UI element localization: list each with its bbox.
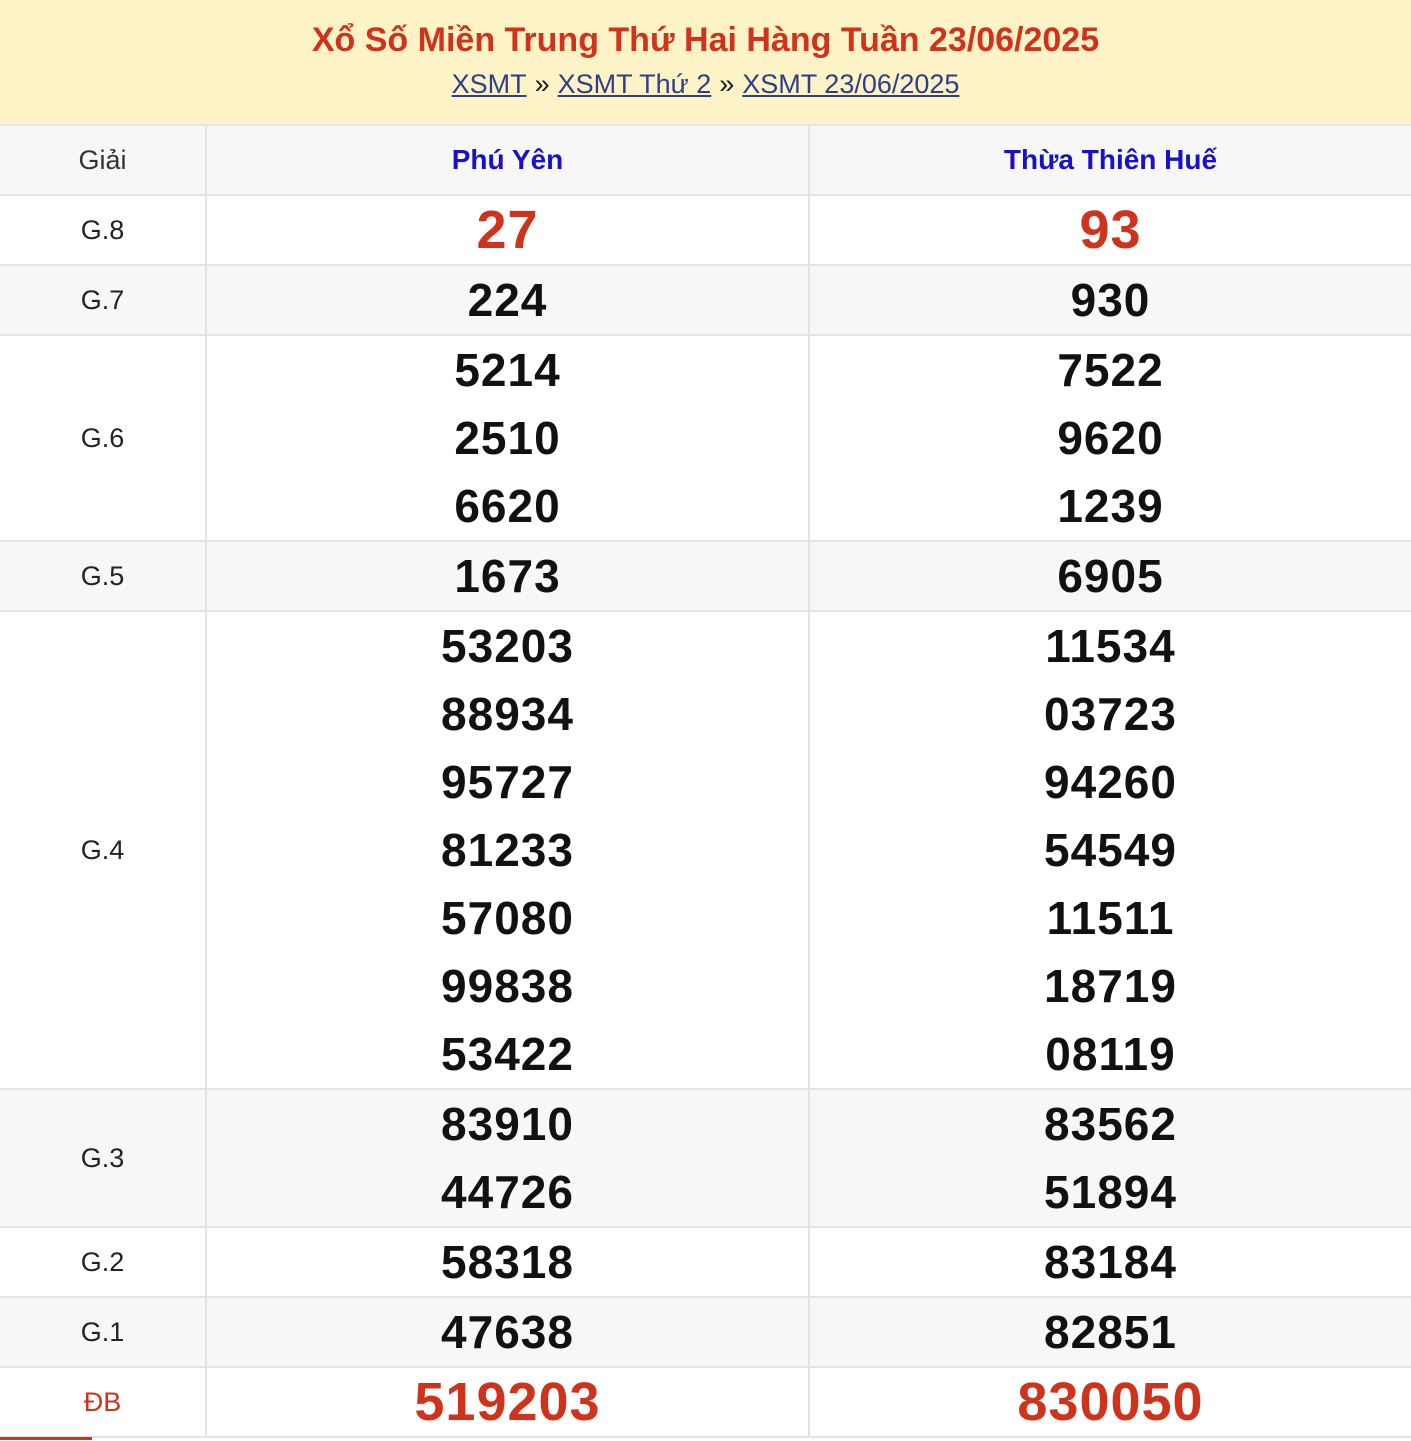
prize-label: ĐB (0, 1367, 207, 1438)
result-number: 82851 (1044, 1306, 1177, 1358)
breadcrumb: XSMT» XSMT Thứ 2» XSMT 23/06/2025 (0, 68, 1411, 100)
result-number: 2510 (454, 412, 561, 464)
accent-bar (0, 1437, 92, 1440)
result-cell: 830050 (809, 1367, 1411, 1438)
prize-label: G.4 (0, 611, 207, 1090)
table-row: G.5 1673 6905 (0, 541, 1411, 612)
prize-label: G.1 (0, 1297, 207, 1368)
page-header: Xổ Số Miền Trung Thứ Hai Hàng Tuần 23/06… (0, 0, 1411, 126)
result-cell: 930 (809, 265, 1411, 336)
prize-column-header: Giải (0, 126, 207, 196)
prize-label: G.7 (0, 265, 207, 336)
result-number: 6905 (1057, 550, 1164, 602)
result-number: 519203 (414, 1372, 601, 1432)
prize-label: G.8 (0, 195, 207, 266)
result-cell: 519203 (206, 1367, 810, 1438)
table-row: G.7 224 930 (0, 265, 1411, 336)
table-row: G.2 58318 83184 (0, 1227, 1411, 1298)
result-number: 95727 (441, 756, 574, 808)
result-number: 5214 (454, 344, 561, 396)
province-header-phu-yen: Phú Yên (206, 126, 810, 196)
result-cell: 5214 2510 6620 (206, 335, 810, 542)
result-cell: 1673 (206, 541, 810, 612)
table-row: G.8 27 93 (0, 195, 1411, 266)
result-number: 93 (1079, 200, 1142, 260)
result-number: 53203 (441, 620, 574, 672)
result-number: 99838 (441, 960, 574, 1012)
result-number: 88934 (441, 688, 574, 740)
result-number: 6620 (454, 480, 561, 532)
table-row: G.6 5214 2510 6620 7522 9620 1239 (0, 335, 1411, 542)
prize-label: G.3 (0, 1089, 207, 1228)
result-number: 53422 (441, 1028, 574, 1080)
result-number: 9620 (1057, 412, 1164, 464)
page-title: Xổ Số Miền Trung Thứ Hai Hàng Tuần 23/06… (311, 21, 1100, 59)
breadcrumb-separator: » (534, 69, 550, 99)
result-number: 11511 (1046, 892, 1175, 944)
result-number: 1239 (1057, 480, 1164, 532)
result-cell: 7522 9620 1239 (809, 335, 1411, 542)
result-number: 83184 (1044, 1236, 1177, 1288)
result-number: 08119 (1045, 1028, 1176, 1080)
result-cell: 27 (206, 195, 810, 266)
result-number: 47638 (441, 1306, 574, 1358)
result-number: 224 (467, 274, 548, 326)
table-row: G.4 53203 88934 95727 81233 57080 99838 53422 11… (0, 611, 1411, 1090)
result-cell: 83562 51894 (809, 1089, 1411, 1228)
breadcrumb-link-xsmt-thu-2[interactable]: XSMT Thứ 2 (558, 69, 712, 99)
result-number: 18719 (1044, 960, 1177, 1012)
table-row: ĐB 519203 830050 (0, 1367, 1411, 1438)
result-cell: 93 (809, 195, 1411, 266)
result-number: 27 (476, 200, 539, 260)
breadcrumb-link-xsmt[interactable]: XSMT (452, 69, 527, 99)
result-cell: 224 (206, 265, 810, 336)
result-number: 930 (1070, 274, 1151, 326)
result-cell: 11534 03723 94260 54549 11511 18719 08119 (809, 611, 1411, 1090)
result-number: 11534 (1045, 620, 1176, 672)
result-cell: 83910 44726 (206, 1089, 810, 1228)
prize-label: G.5 (0, 541, 207, 612)
result-cell: 58318 (206, 1227, 810, 1298)
table-row: G.3 83910 44726 83562 51894 (0, 1089, 1411, 1228)
prize-label: G.6 (0, 335, 207, 542)
breadcrumb-link-xsmt-date[interactable]: XSMT 23/06/2025 (742, 69, 959, 99)
table-header-row: Giải Phú Yên Thừa Thiên Huế (0, 126, 1411, 196)
result-number: 83910 (441, 1098, 574, 1150)
result-cell: 6905 (809, 541, 1411, 612)
results-body: G.8 27 93 G.7 224 930 G.6 5214 2510 6620 7522 9620 1… (0, 195, 1411, 1438)
result-number: 44726 (441, 1166, 574, 1218)
result-number: 94260 (1044, 756, 1177, 808)
result-number: 83562 (1044, 1098, 1177, 1150)
breadcrumb-separator: » (719, 69, 735, 99)
result-cell: 82851 (809, 1297, 1411, 1368)
result-cell: 47638 (206, 1297, 810, 1368)
result-number: 1673 (454, 550, 561, 602)
province-header-thua-thien-hue: Thừa Thiên Huế (809, 126, 1411, 196)
result-number: 57080 (441, 892, 574, 944)
result-cell: 53203 88934 95727 81233 57080 99838 53422 (206, 611, 810, 1090)
result-number: 58318 (441, 1236, 574, 1288)
result-number: 7522 (1057, 344, 1164, 396)
table-row: G.1 47638 82851 (0, 1297, 1411, 1368)
result-number: 03723 (1044, 688, 1177, 740)
result-cell: 83184 (809, 1227, 1411, 1298)
result-number: 51894 (1044, 1166, 1177, 1218)
prize-label: G.2 (0, 1227, 207, 1298)
results-table: Giải Phú Yên Thừa Thiên Huế G.8 27 93 G.7 22… (0, 126, 1411, 1438)
result-number: 81233 (441, 824, 574, 876)
result-number: 54549 (1044, 824, 1177, 876)
result-number: 830050 (1017, 1372, 1204, 1432)
